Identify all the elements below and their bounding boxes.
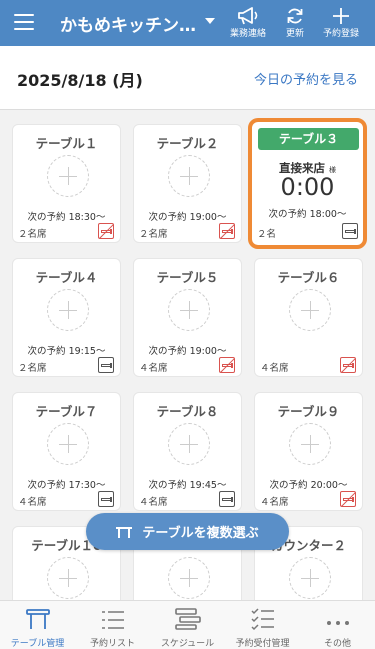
smoking-icon <box>98 491 114 507</box>
add-icon <box>289 423 331 465</box>
date-bar: 2025/8/18 (月) 今日の予約を見る <box>0 46 375 110</box>
seat-count: ２名席 <box>139 229 168 240</box>
nav-more[interactable]: その他 <box>300 601 375 649</box>
add-icon <box>289 557 331 599</box>
seat-count: ２名席 <box>18 229 47 240</box>
seat-count: ４名席 <box>260 363 289 374</box>
add-icon <box>47 155 89 197</box>
add-icon <box>168 155 210 197</box>
add-icon <box>47 289 89 331</box>
nav-reservation-acceptance[interactable]: 予約受付管理 <box>225 601 300 649</box>
table-name-badge: テーブル３ <box>258 128 359 150</box>
non-smoking-icon <box>219 223 235 239</box>
nav-label: テーブル管理 <box>10 639 65 649</box>
non-smoking-icon <box>340 357 356 373</box>
multi-select-tables-button[interactable]: テーブルを複数選ぶ <box>86 513 289 550</box>
nav-label: スケジュール <box>160 639 215 649</box>
next-reservation: 次の予約 20:00〜 <box>269 480 348 491</box>
smoking-icon <box>219 491 235 507</box>
bottom-nav: テーブル管理 予約リスト スケジュール 予約受付管理 その他 <box>0 600 375 649</box>
list-icon <box>101 611 124 629</box>
table-name: テーブル９ <box>277 404 340 419</box>
table-card[interactable]: テーブル４ 次の予約 19:15〜 ２名席 <box>12 258 121 377</box>
table-card[interactable]: テーブル２ 次の予約 19:00〜 ２名席 <box>133 124 242 243</box>
table-card[interactable]: テーブル１ 次の予約 18:30〜 ２名席 <box>12 124 121 243</box>
elapsed-timer: 0:00 <box>280 173 335 201</box>
seat-count: ２名席 <box>18 363 47 374</box>
next-reservation: 次の予約 19:15〜 <box>27 346 106 357</box>
nav-reservation-list[interactable]: 予約リスト <box>75 601 150 649</box>
next-reservation: 次の予約 19:45〜 <box>148 480 227 491</box>
seat-count: ２名 <box>257 229 277 240</box>
plus-icon <box>333 8 349 24</box>
new-reservation-button[interactable]: 予約登録 <box>318 4 364 44</box>
table-card-active[interactable]: テーブル３ 直接来店 様 0:00 次の予約 18:00〜 ２名 <box>248 118 367 249</box>
table-card[interactable]: テーブル５ 次の予約 19:00〜 ４名席 <box>133 258 242 377</box>
table-name: テーブル６ <box>277 270 340 285</box>
refresh-icon <box>287 8 303 24</box>
next-reservation: 次の予約 19:00〜 <box>148 346 227 357</box>
checklist-icon <box>250 608 274 631</box>
table-name: テーブル２ <box>156 136 219 151</box>
new-reservation-label: 予約登録 <box>322 29 359 39</box>
table-card[interactable]: テーブル８ 次の予約 19:45〜 ４名席 <box>133 392 242 511</box>
table-card[interactable]: テーブル６ ４名席 <box>254 258 363 377</box>
add-icon <box>168 423 210 465</box>
nav-table-management[interactable]: テーブル管理 <box>0 601 75 649</box>
seat-count: ４名席 <box>139 363 168 374</box>
seat-count: ４名席 <box>139 497 168 508</box>
next-reservation: 次の予約 18:30〜 <box>27 212 106 223</box>
store-name[interactable]: かもめキッチン… <box>60 11 198 36</box>
nav-label: その他 <box>323 639 351 649</box>
non-smoking-icon <box>219 357 235 373</box>
schedule-icon <box>174 608 201 630</box>
non-smoking-icon <box>98 223 114 239</box>
seat-count: ４名席 <box>260 497 289 508</box>
smoking-icon <box>342 223 358 239</box>
refresh-label: 更新 <box>285 29 304 39</box>
smoking-icon <box>98 357 114 373</box>
non-smoking-icon <box>340 491 356 507</box>
next-reservation: 次の予約 18:00〜 <box>268 209 347 220</box>
nav-schedule[interactable]: スケジュール <box>150 601 225 649</box>
add-icon <box>47 557 89 599</box>
next-reservation: 次の予約 19:00〜 <box>148 212 227 223</box>
table-card[interactable]: テーブル９ 次の予約 20:00〜 ４名席 <box>254 392 363 511</box>
refresh-button[interactable]: 更新 <box>272 4 318 44</box>
announcement-button[interactable]: 業務連絡 <box>225 4 271 44</box>
table-name: テーブル１ <box>35 136 98 151</box>
table-icon <box>25 609 50 629</box>
table-name: テーブル４ <box>35 270 98 285</box>
table-icon <box>116 525 133 539</box>
table-name: テーブル７ <box>35 404 98 419</box>
more-icon <box>326 621 349 625</box>
current-date: 2025/8/18 (月) <box>17 71 143 90</box>
table-card[interactable]: テーブル７ 次の予約 17:30〜 ４名席 <box>12 392 121 511</box>
table-name: テーブル５ <box>156 270 219 285</box>
nav-label: 予約受付管理 <box>235 639 290 649</box>
chevron-down-icon[interactable] <box>205 18 215 24</box>
megaphone-icon <box>238 7 258 25</box>
add-icon <box>168 289 210 331</box>
add-icon <box>289 289 331 331</box>
menu-icon[interactable] <box>14 14 34 30</box>
add-icon <box>47 423 89 465</box>
table-name: テーブル８ <box>156 404 219 419</box>
multi-select-label: テーブルを複数選ぶ <box>142 526 259 541</box>
next-reservation: 次の予約 17:30〜 <box>27 480 106 491</box>
add-icon <box>168 557 210 599</box>
seat-count: ４名席 <box>18 497 47 508</box>
nav-label: 予約リスト <box>89 639 135 649</box>
announcement-label: 業務連絡 <box>229 29 266 39</box>
app-header: かもめキッチン… 業務連絡 更新 予約登録 <box>0 0 375 46</box>
today-reservations-link[interactable]: 今日の予約を見る <box>254 69 358 88</box>
